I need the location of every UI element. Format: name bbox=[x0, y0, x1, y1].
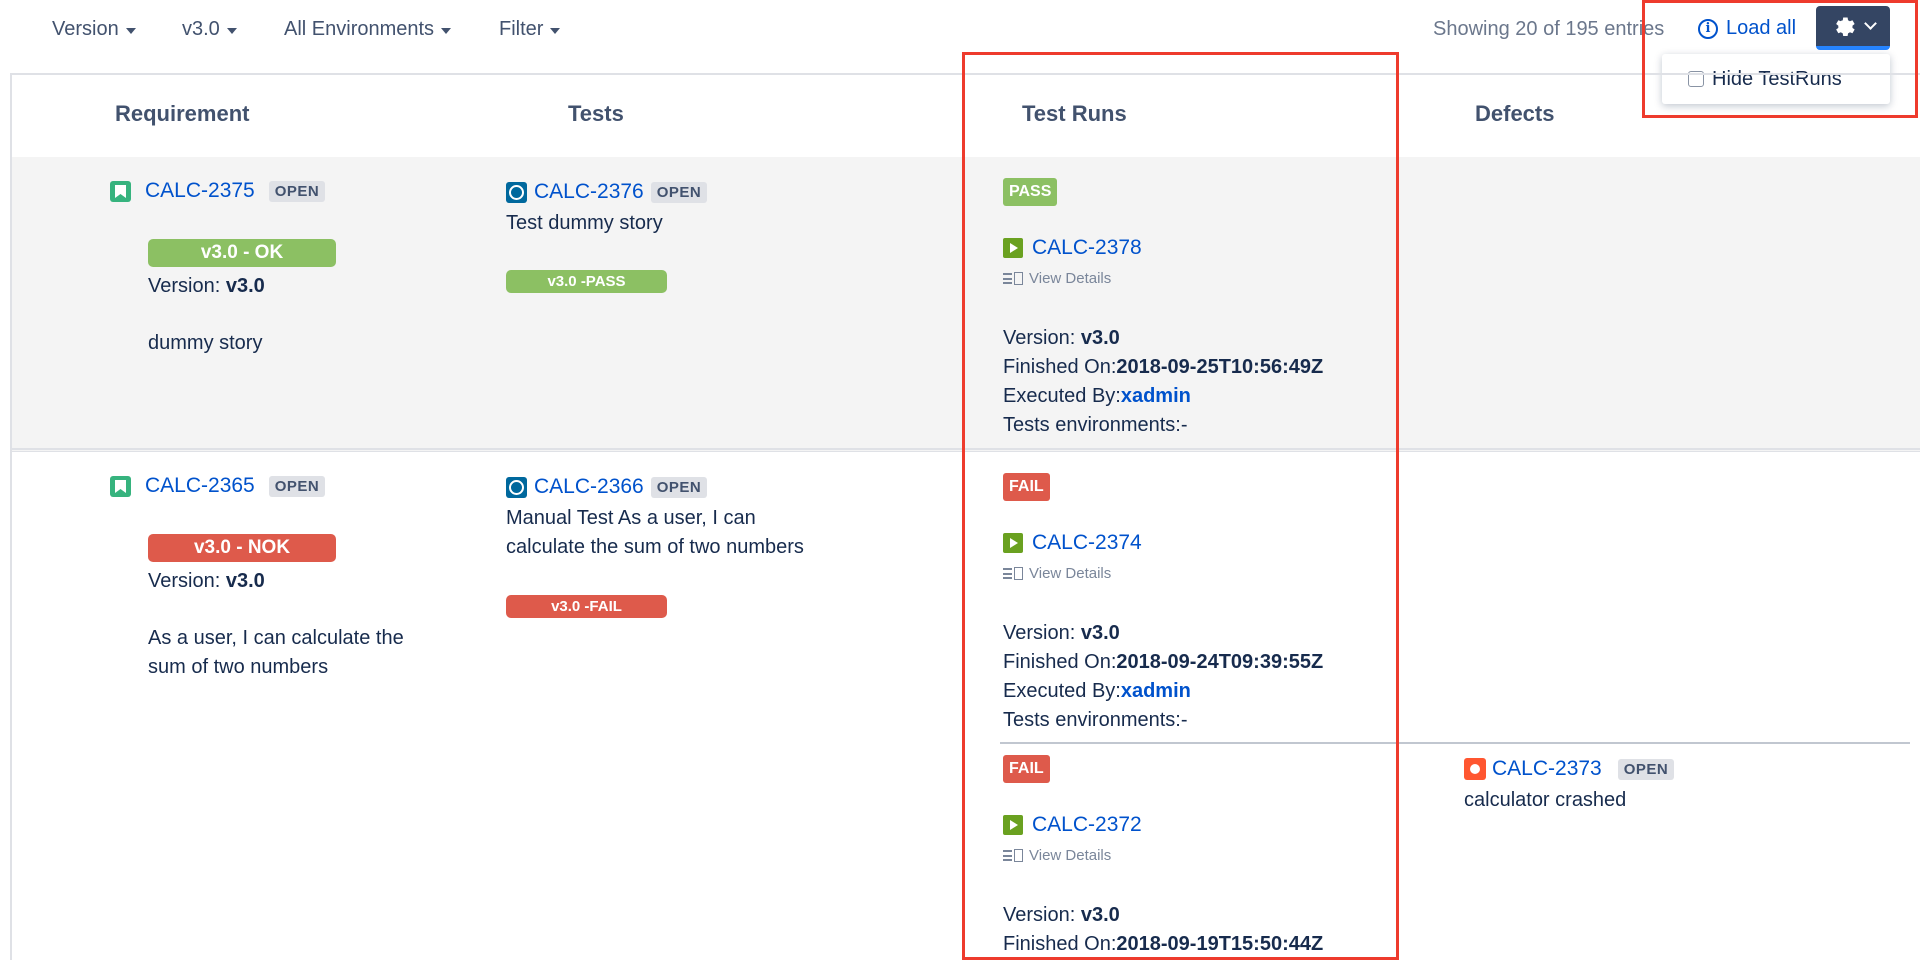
defect-cell: CALC-2373 OPEN bbox=[1464, 757, 1675, 781]
requirement-version: Version: v3.0 bbox=[148, 570, 265, 592]
test-icon bbox=[506, 181, 527, 203]
defect-summary: calculator crashed bbox=[1464, 789, 1627, 811]
requirement-cell: CALC-2375 OPEN bbox=[110, 179, 326, 203]
bug-icon bbox=[1464, 758, 1486, 780]
filter-dropdown[interactable]: Filter bbox=[499, 18, 561, 41]
caret-down-icon bbox=[441, 27, 452, 34]
column-header-requirement: Requirement bbox=[115, 101, 250, 126]
version-value-filter[interactable]: v3.0 bbox=[182, 18, 237, 41]
requirement-version: Version: v3.0 bbox=[148, 275, 265, 297]
test-result-bar: v3.0 -FAIL bbox=[506, 595, 667, 618]
requirement-link[interactable]: CALC-2365 bbox=[145, 474, 255, 498]
story-icon bbox=[110, 475, 131, 497]
entries-count: Showing 20 of 195 entries bbox=[1433, 18, 1665, 40]
test-cell: CALC-2376 OPEN bbox=[506, 180, 708, 204]
requirement-cell: CALC-2365 OPEN bbox=[110, 474, 326, 498]
coverage-status-bar: v3.0 - OK bbox=[148, 239, 336, 267]
story-icon bbox=[110, 180, 131, 202]
test-icon bbox=[506, 476, 527, 498]
version-filter[interactable]: Version bbox=[52, 18, 136, 41]
settings-highlight bbox=[1642, 0, 1918, 118]
status-badge: OPEN bbox=[268, 180, 326, 202]
status-badge: OPEN bbox=[650, 476, 708, 498]
coverage-status-bar: v3.0 - NOK bbox=[148, 534, 336, 562]
requirement-link[interactable]: CALC-2375 bbox=[145, 179, 255, 203]
caret-down-icon bbox=[550, 27, 561, 34]
test-link[interactable]: CALC-2366 bbox=[534, 475, 644, 499]
test-cell: CALC-2366 OPEN bbox=[506, 475, 708, 499]
status-badge: OPEN bbox=[650, 181, 708, 203]
caret-down-icon bbox=[226, 27, 237, 34]
requirement-summary: As a user, I can calculate the sum of two… bbox=[148, 627, 404, 678]
test-summary: Manual Test As a user, I can calculate th… bbox=[506, 507, 804, 558]
test-link[interactable]: CALC-2376 bbox=[534, 180, 644, 204]
column-header-tests: Tests bbox=[568, 101, 624, 126]
test-runs-highlight bbox=[962, 52, 1399, 960]
status-badge: OPEN bbox=[1617, 758, 1675, 780]
toolbar: Version v3.0 All Environments Filter Sho… bbox=[0, 0, 1920, 104]
column-header-defects: Defects bbox=[1475, 101, 1555, 126]
status-badge: OPEN bbox=[268, 475, 326, 497]
defect-link[interactable]: CALC-2373 bbox=[1492, 757, 1602, 781]
requirement-summary: dummy story bbox=[148, 332, 263, 354]
test-result-bar: v3.0 -PASS bbox=[506, 270, 667, 293]
caret-down-icon bbox=[125, 27, 136, 34]
test-summary: Test dummy story bbox=[506, 212, 663, 234]
environments-filter[interactable]: All Environments bbox=[284, 18, 452, 41]
